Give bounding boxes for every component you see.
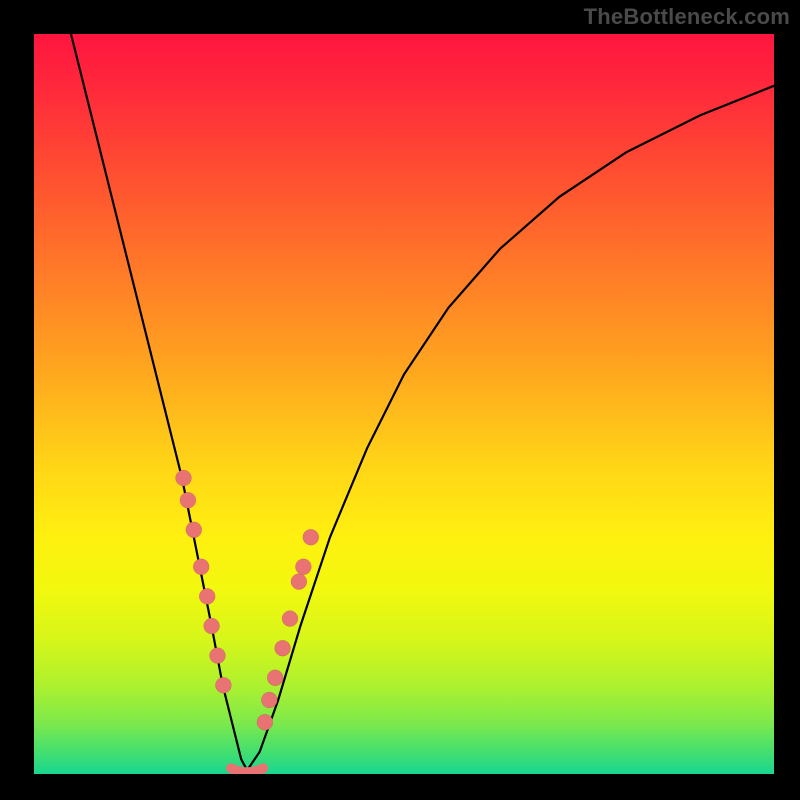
- marker-dot: [176, 470, 192, 486]
- chart-frame: TheBottleneck.com: [0, 0, 800, 800]
- marker-dot: [204, 618, 220, 634]
- marker-dot: [267, 670, 283, 686]
- marker-dot: [257, 714, 273, 730]
- marker-dot: [193, 559, 209, 575]
- marker-dot: [180, 492, 196, 508]
- marker-dot: [186, 522, 202, 538]
- marker-dot: [282, 611, 298, 627]
- marker-dot: [295, 559, 311, 575]
- bottleneck-curve: [71, 34, 774, 770]
- marker-dot: [210, 648, 226, 664]
- marker-dot: [199, 588, 215, 604]
- marker-dot: [275, 640, 291, 656]
- marker-dot: [215, 677, 231, 693]
- marker-dot: [303, 529, 319, 545]
- marker-dot: [261, 692, 277, 708]
- marker-dots-right: [257, 529, 319, 730]
- bottleneck-curve-svg: [34, 34, 774, 774]
- marker-dot: [291, 574, 307, 590]
- watermark-text: TheBottleneck.com: [584, 4, 790, 30]
- plot-area: [34, 34, 774, 774]
- minimum-marker: [231, 768, 263, 772]
